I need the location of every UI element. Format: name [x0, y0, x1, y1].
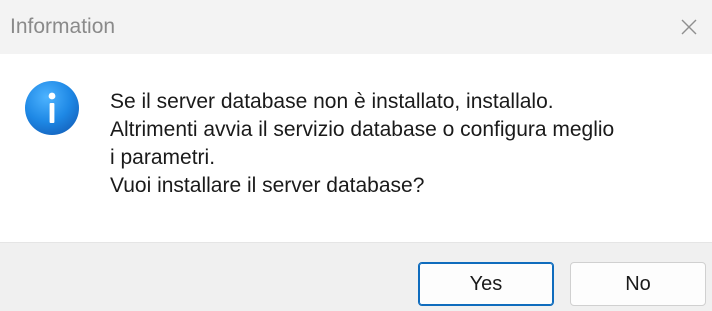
title-bar: Information	[0, 0, 712, 54]
dialog-footer: Yes No	[0, 242, 712, 311]
close-icon	[681, 19, 697, 35]
info-icon	[25, 81, 79, 135]
close-button[interactable]	[666, 0, 712, 54]
no-button[interactable]: No	[570, 262, 706, 306]
message-line: Vuoi installare il server database?	[110, 174, 425, 197]
window-title: Information	[10, 15, 116, 38]
dialog-content: Se il server database non è installato, …	[0, 54, 712, 242]
message-line: i parametri.	[110, 146, 216, 169]
dialog-message: Se il server database non è installato, …	[110, 88, 705, 200]
yes-button[interactable]: Yes	[418, 262, 554, 306]
message-line: Altrimenti avvia il servizio database o …	[110, 118, 615, 141]
message-line: Se il server database non è installato, …	[110, 90, 554, 113]
